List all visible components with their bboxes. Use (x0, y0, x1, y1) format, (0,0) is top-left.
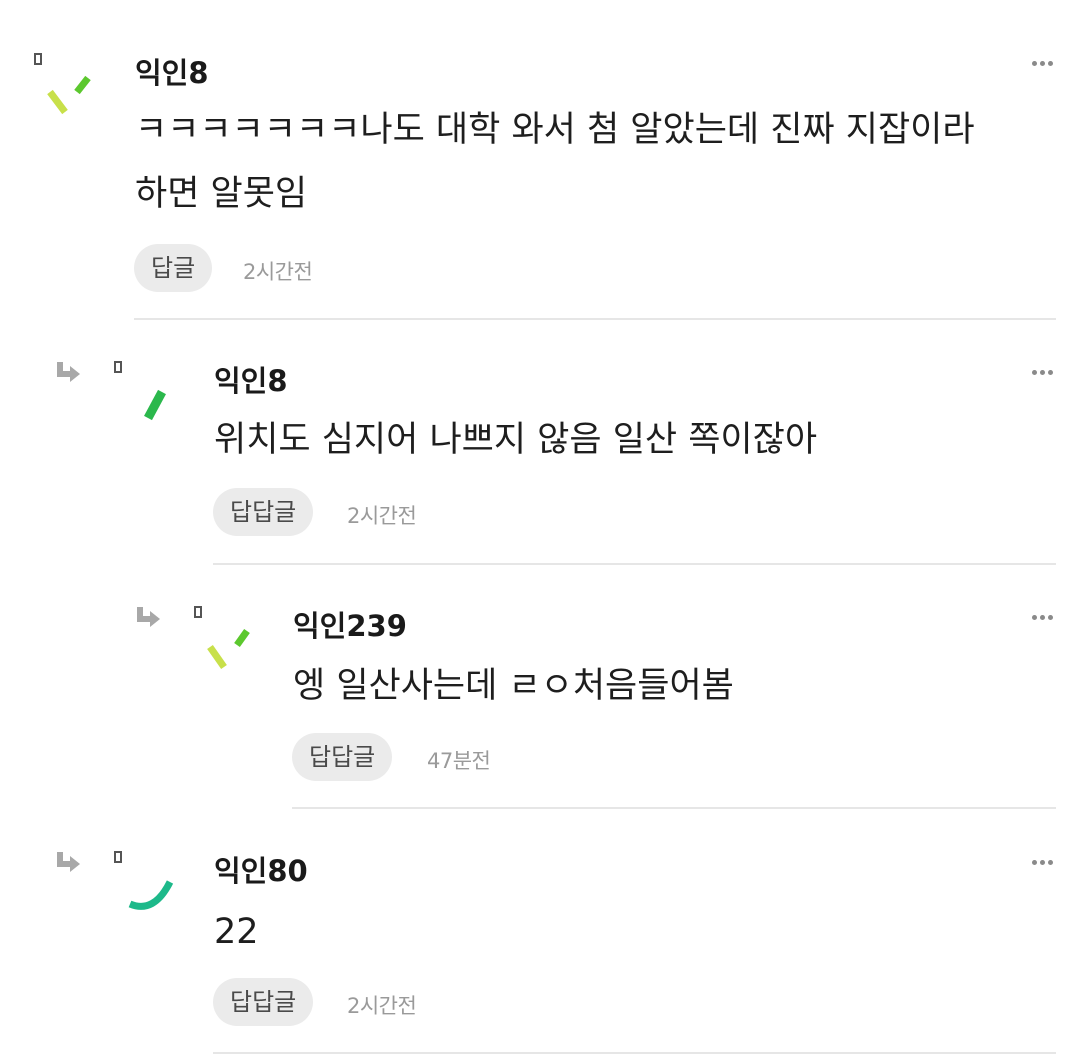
comment-text-line-1: 22 (214, 912, 259, 952)
divider (213, 1052, 1056, 1054)
comment-4: 익인80 22 답답글 2시간전 (0, 0, 1080, 1060)
timestamp: 2시간전 (347, 994, 417, 1018)
reply-arrow-icon (56, 850, 84, 878)
avatar-icon (114, 851, 174, 910)
more-options-icon[interactable] (1032, 860, 1054, 866)
avatar[interactable] (110, 848, 200, 938)
author-name[interactable]: 익인80 (214, 848, 308, 890)
reply-button[interactable]: 답답글 (213, 978, 314, 1026)
